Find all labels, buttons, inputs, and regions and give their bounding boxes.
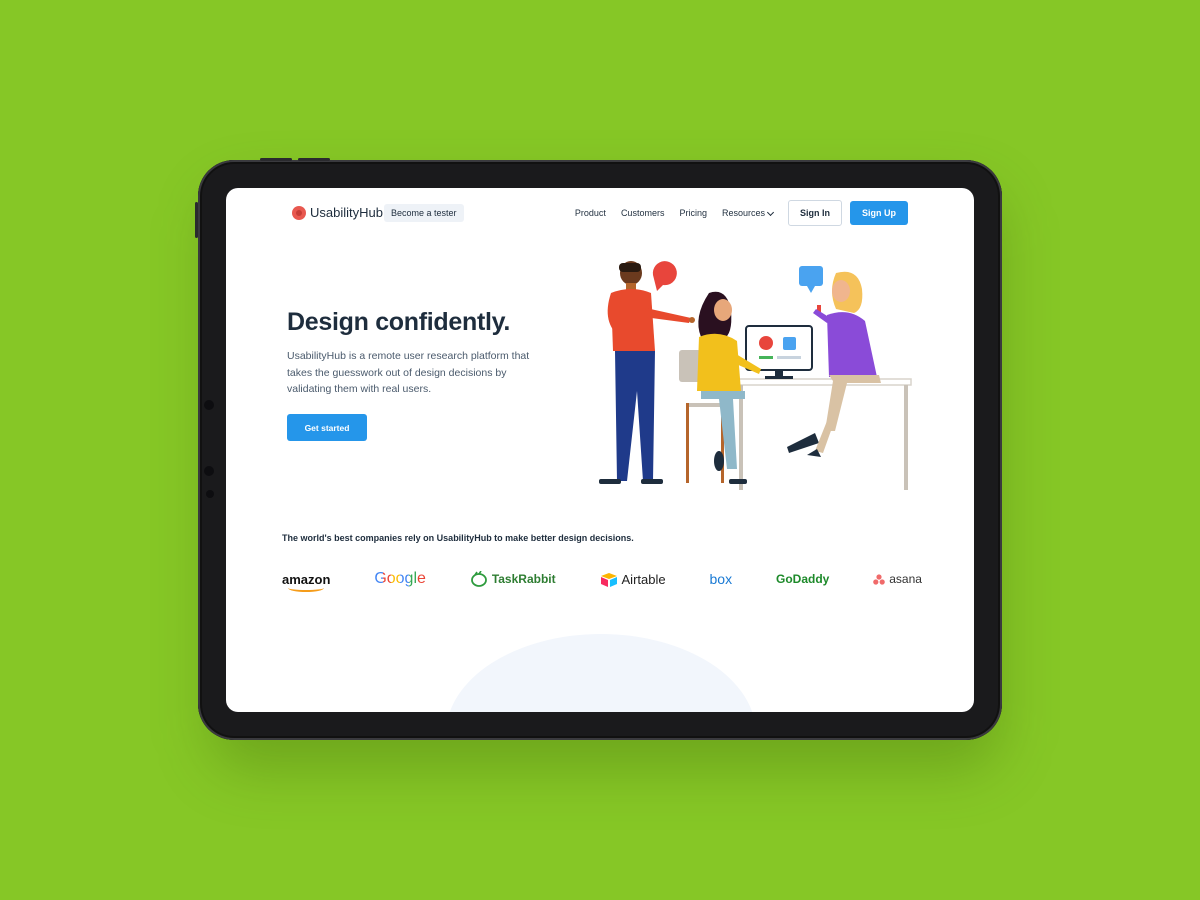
taskrabbit-rabbit-icon xyxy=(470,571,487,587)
become-tester-link[interactable]: Become a tester xyxy=(384,204,464,222)
nav-product-link[interactable]: Product xyxy=(575,208,606,218)
airtable-wordmark: Airtable xyxy=(621,571,666,587)
customer-logos: amazon Google TaskRabbit Airtable box Go… xyxy=(282,566,922,592)
tablet-frame: UsabilityHub Become a tester Product Cus… xyxy=(195,158,1002,740)
tablet-screen: UsabilityHub Become a tester Product Cus… xyxy=(226,188,974,712)
team-illustration xyxy=(599,261,912,490)
sign-in-button[interactable]: Sign In xyxy=(788,200,842,226)
chevron-down-icon xyxy=(766,208,775,216)
nav-customers-link[interactable]: Customers xyxy=(621,208,665,218)
nav-links: Product Customers Pricing Resources Sign… xyxy=(575,200,908,226)
trust-heading: The world's best companies rely on Usabi… xyxy=(282,533,634,543)
taskrabbit-logo: TaskRabbit xyxy=(470,571,556,587)
godaddy-wordmark: GoDaddy xyxy=(775,572,830,586)
taskrabbit-wordmark: TaskRabbit xyxy=(491,572,556,586)
usabilityhub-logo-icon xyxy=(292,205,306,220)
decorative-hill-shape xyxy=(446,634,756,712)
hero-title: Design confidently. xyxy=(287,308,511,336)
tablet-camera-3 xyxy=(206,490,214,498)
google-wordmark: Google xyxy=(374,570,426,587)
tablet-top-button-2 xyxy=(298,158,330,161)
asana-wordmark: asana xyxy=(889,572,922,586)
sign-up-button[interactable]: Sign Up xyxy=(850,201,908,225)
box-wordmark: box xyxy=(709,571,733,587)
brand-name: UsabilityHub xyxy=(310,205,383,220)
amazon-logo: amazon xyxy=(282,572,330,592)
tablet-camera-2 xyxy=(204,466,214,476)
asana-logo: asana xyxy=(873,572,922,586)
box-logo: box xyxy=(710,571,733,587)
google-logo: Google xyxy=(374,570,426,588)
hero-description: UsabilityHub is a remote user research p… xyxy=(287,350,530,395)
nav-pricing-link[interactable]: Pricing xyxy=(679,208,707,218)
asana-dots-icon xyxy=(873,573,886,585)
airtable-logo: Airtable xyxy=(600,572,666,587)
nav-resources-label: Resources xyxy=(721,208,765,218)
top-navigation: UsabilityHub Become a tester Product Cus… xyxy=(226,188,974,244)
nav-resources-dropdown[interactable]: Resources xyxy=(721,208,775,218)
get-started-button[interactable]: Get started xyxy=(287,414,367,441)
tablet-side-button xyxy=(195,202,198,238)
amazon-smile-icon xyxy=(288,584,324,592)
godaddy-logo: GoDaddy xyxy=(776,572,829,586)
airtable-box-icon xyxy=(600,572,617,587)
tablet-camera-1 xyxy=(204,400,214,410)
brand-logo[interactable]: UsabilityHub xyxy=(292,205,383,220)
tablet-top-button-1 xyxy=(260,158,292,161)
